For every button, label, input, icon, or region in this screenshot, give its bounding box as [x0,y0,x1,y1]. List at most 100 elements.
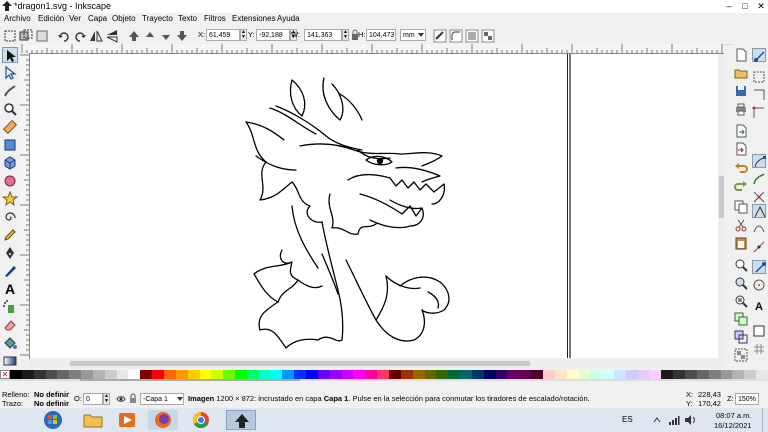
scale-corners-icon[interactable] [448,28,464,44]
chrome-icon[interactable] [186,410,216,430]
raise-to-top-icon[interactable] [126,28,142,44]
minimize-button[interactable]: – [722,0,736,12]
calligraphy-tool-icon[interactable] [2,263,18,279]
width-spinner[interactable]: ▲ ▼ [342,29,349,41]
color-swatch[interactable] [306,370,319,379]
color-swatch[interactable] [57,370,70,379]
duplicate-icon[interactable] [734,312,748,326]
color-swatch[interactable] [270,370,283,379]
close-button[interactable]: ✕ [754,0,768,12]
snap-midpoints-icon[interactable] [752,240,766,254]
dragon-image[interactable] [30,54,718,358]
vertical-ruler[interactable] [20,53,30,359]
horizontal-ruler[interactable] [20,44,724,54]
color-swatch[interactable] [282,370,295,379]
save-icon[interactable] [734,84,748,98]
color-swatch[interactable] [341,370,354,379]
color-swatch[interactable] [507,370,520,379]
color-swatch[interactable] [590,370,603,379]
visibility-eye-icon[interactable] [116,394,126,404]
color-swatch[interactable] [187,370,200,379]
rotate-cw-icon[interactable] [72,28,88,44]
color-swatch[interactable] [69,370,82,379]
clock-date[interactable]: 16/12/2021 [714,421,752,430]
start-button-icon[interactable] [38,410,68,430]
color-swatch[interactable] [554,370,567,379]
layer-dropdown-icon[interactable] [176,395,184,403]
zoom-selection-icon[interactable] [734,258,748,272]
select-all-icon[interactable] [2,28,18,44]
color-swatch[interactable] [566,370,579,379]
fill-indicator[interactable]: No definir [34,390,69,399]
color-swatch[interactable] [104,370,117,379]
vertical-scrollbar[interactable] [718,54,725,358]
no-paint-swatch[interactable]: ✕ [0,370,10,379]
snap-toggle-icon[interactable] [752,48,766,62]
color-swatch[interactable] [128,370,141,379]
snap-text-baseline-icon[interactable]: A [752,300,766,314]
group-icon[interactable] [734,348,748,362]
deselect-icon[interactable] [34,28,50,44]
snap-bbox-corner-icon[interactable] [752,106,766,120]
cut-icon[interactable] [734,218,748,232]
maximize-button[interactable]: □ [738,0,752,12]
selector-tool-icon[interactable] [2,47,18,63]
clock-time[interactable]: 08:07 a.m. [716,411,751,420]
color-swatch[interactable] [353,370,366,379]
color-swatch[interactable] [317,370,330,379]
color-swatch[interactable] [448,370,461,379]
menu-archivo[interactable]: Archivo [4,14,31,23]
color-swatch[interactable] [542,370,555,379]
color-swatch[interactable] [625,370,638,379]
menu-edicion[interactable]: Edición [38,14,64,23]
snap-smooth-nodes-icon[interactable] [752,222,766,236]
scale-stroke-icon[interactable] [432,28,448,44]
menu-extensiones[interactable]: Extensiones [232,14,276,23]
color-swatch[interactable] [412,370,425,379]
rotate-ccw-icon[interactable] [56,28,72,44]
node-tool-icon[interactable] [2,65,18,81]
opacity-field[interactable]: 0 [83,393,103,405]
color-swatch[interactable] [424,370,437,379]
inkscape-taskbar-icon[interactable] [226,410,256,430]
x-spinner[interactable]: ▲ ▼ [240,29,247,41]
opacity-spinner[interactable]: ▲ ▼ [103,393,110,405]
print-icon[interactable] [734,102,748,116]
export-icon[interactable] [734,142,748,156]
redo-icon[interactable] [734,178,748,192]
vertical-scroll-thumb[interactable] [719,176,724,218]
color-swatch[interactable] [637,370,650,379]
language-indicator[interactable]: ES [622,415,633,424]
menu-capa[interactable]: Capa [88,14,107,23]
drawing-canvas[interactable] [30,54,718,358]
horizontal-scroll-thumb[interactable] [70,361,530,366]
new-document-icon[interactable] [734,48,748,62]
color-swatch[interactable] [140,370,153,379]
copy-icon[interactable] [734,200,748,214]
color-swatch[interactable] [614,370,627,379]
lower-icon[interactable] [158,28,174,44]
color-swatch[interactable] [199,370,212,379]
zoom-tool-icon[interactable] [2,101,18,117]
color-swatch[interactable] [460,370,473,379]
firefox-icon[interactable] [148,410,178,430]
import-icon[interactable] [734,124,748,138]
gradient-tool-icon[interactable] [2,353,18,369]
color-swatch[interactable] [732,370,745,379]
color-swatch[interactable] [708,370,721,379]
color-swatch[interactable] [578,370,591,379]
color-swatch[interactable] [400,370,413,379]
flip-vertical-icon[interactable] [104,28,120,44]
network-icon[interactable] [668,414,680,426]
color-swatch[interactable] [519,370,532,379]
x-field[interactable]: 61,459 [206,29,240,41]
flip-horizontal-icon[interactable] [88,28,104,44]
raise-icon[interactable] [142,28,158,44]
color-swatch[interactable] [365,370,378,379]
color-swatch[interactable] [246,370,259,379]
color-swatch[interactable] [673,370,686,379]
clone-icon[interactable] [734,330,748,344]
color-swatch[interactable] [45,370,58,379]
color-swatch[interactable] [720,370,733,379]
color-swatch[interactable] [696,370,709,379]
